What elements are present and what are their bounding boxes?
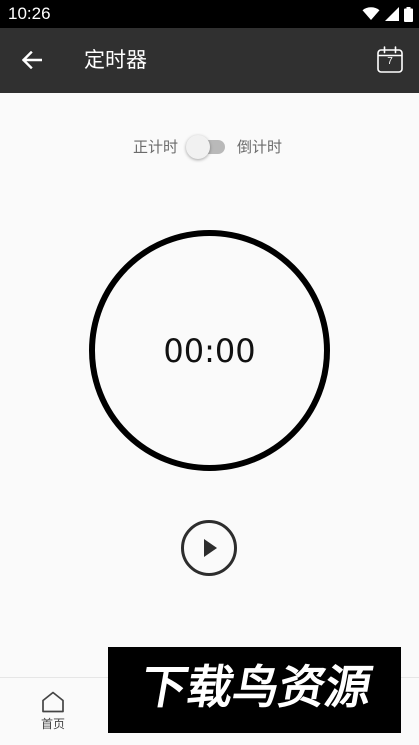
timer-display: 00:00: [163, 331, 256, 370]
switch-thumb: [186, 135, 210, 159]
back-button[interactable]: [12, 40, 52, 80]
calendar-day: 7: [387, 56, 393, 67]
nav-home-label: 首页: [40, 717, 65, 731]
status-bar: 10:26: [0, 0, 419, 28]
play-icon: [204, 539, 217, 557]
timer-ring: 00:00: [89, 230, 330, 471]
nav-home[interactable]: 首页: [18, 686, 88, 738]
status-time: 10:26: [8, 4, 51, 23]
timer-mode-switch[interactable]: [185, 134, 227, 160]
page-title: 定时器: [84, 48, 147, 72]
count-down-label: 倒计时: [237, 138, 283, 156]
app-bar: 定时器 7: [0, 28, 419, 93]
timer-mode-row: 正计时 倒计时: [0, 134, 419, 160]
calendar-button[interactable]: 7: [375, 45, 405, 75]
arrow-left-icon: [22, 51, 42, 69]
home-icon: [42, 691, 64, 713]
watermark-logo: 下载鸟资源: [108, 647, 401, 733]
status-icons: [357, 5, 413, 23]
wifi-icon: [362, 7, 380, 20]
battery-icon: [404, 6, 413, 22]
signal-icon: [385, 7, 399, 21]
watermark-text: 下载鸟资源: [137, 660, 376, 714]
count-up-label: 正计时: [133, 138, 179, 156]
watermark-label: 下载鸟资源: [137, 660, 376, 714]
play-button[interactable]: [181, 520, 237, 576]
